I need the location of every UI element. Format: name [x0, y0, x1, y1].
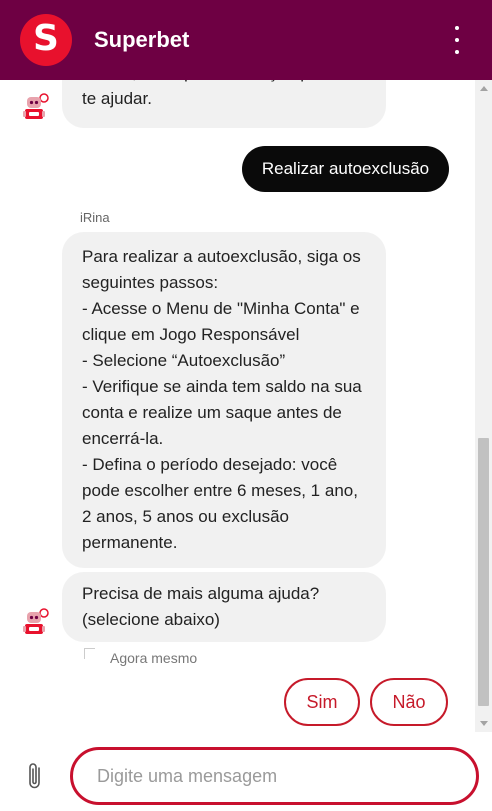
bot-message: abaixo, com que informação posso te ajud…	[62, 80, 386, 128]
logo-letter: S	[33, 18, 59, 59]
bot-avatar-icon	[23, 608, 49, 634]
message-timestamp: Agora mesmo	[110, 650, 198, 666]
message-input[interactable]	[73, 750, 476, 802]
chat-scrollbar[interactable]	[475, 80, 492, 732]
header-title: Superbet	[94, 27, 190, 52]
sender-name: iRina	[80, 210, 110, 225]
delivery-tick-icon	[84, 648, 95, 659]
scrollbar-thumb[interactable]	[478, 438, 489, 706]
user-message: Realizar autoexclusão	[242, 146, 449, 192]
more-vertical-icon[interactable]	[452, 26, 462, 54]
bot-message-text: abaixo, com que informação posso te ajud…	[82, 80, 346, 108]
quick-reply-no-button[interactable]: Não	[370, 678, 448, 726]
chat-header: S Superbet	[0, 0, 492, 80]
scroll-up-arrow-icon[interactable]	[480, 86, 488, 91]
scroll-down-arrow-icon[interactable]	[480, 721, 488, 726]
bot-message-instructions: Para realizar a autoexclusão, siga os se…	[62, 232, 386, 568]
paperclip-icon[interactable]	[24, 760, 46, 792]
bot-message-followup: Precisa de mais alguma ajuda? (selecione…	[62, 572, 386, 642]
message-input-wrapper	[70, 747, 479, 805]
message-composer	[0, 732, 492, 811]
quick-reply-yes-button[interactable]: Sim	[284, 678, 360, 726]
message-list[interactable]: abaixo, com que informação posso te ajud…	[0, 80, 475, 732]
superbet-logo: S	[20, 14, 72, 66]
bot-avatar-icon	[23, 93, 49, 119]
